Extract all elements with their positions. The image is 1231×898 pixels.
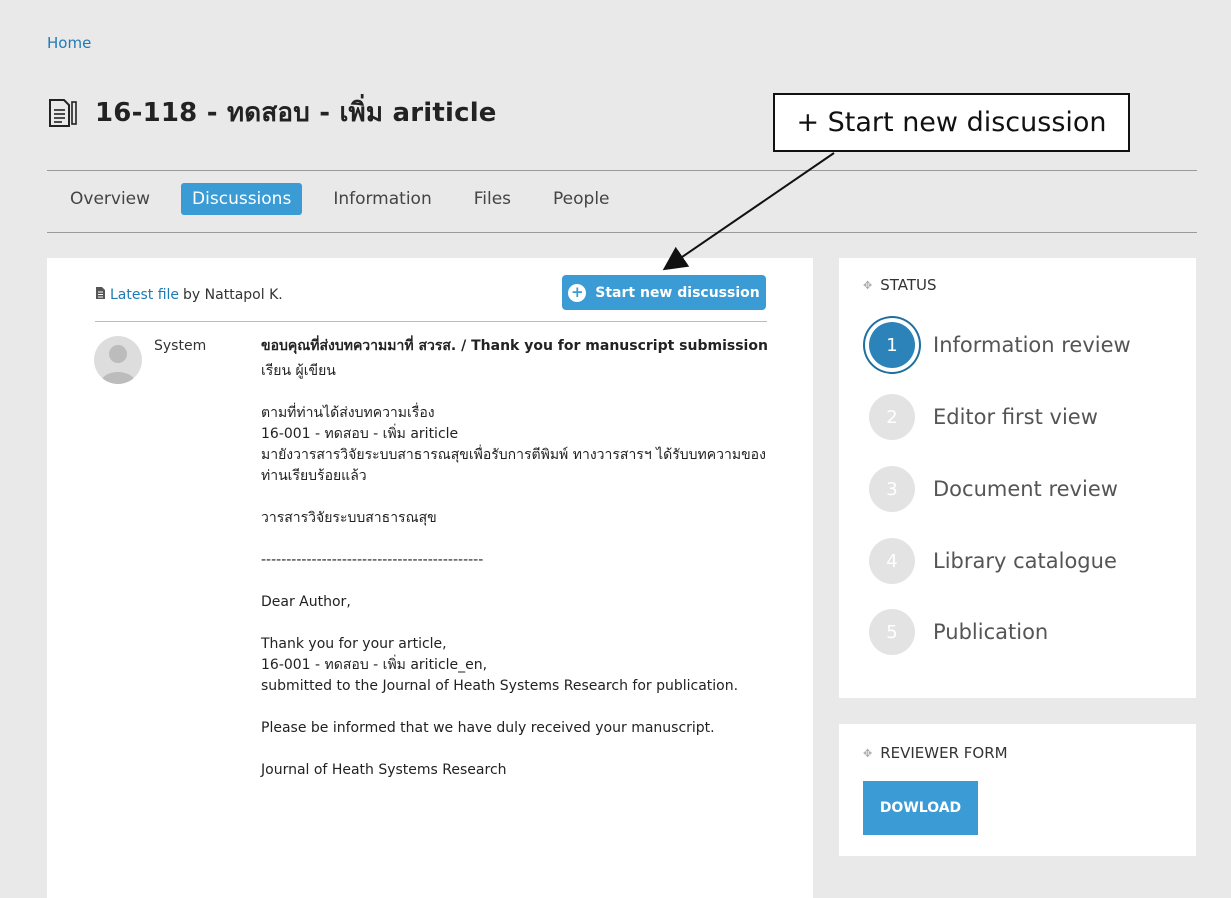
page-header: 16-118 - ทดสอบ - เพิ่ม ariticle [47,92,497,133]
header-divider [47,170,1197,171]
step-number: 4 [869,538,915,584]
message-content: ขอบคุณที่ส่งบทความมาที่ สวรส. / Thank yo… [261,336,781,802]
latest-file-info: Latest file by Nattapol K. [95,286,283,304]
step-label: Information review [933,333,1131,357]
discussion-panel: Latest file by Nattapol K. + Start new d… [47,258,813,898]
reviewer-form-heading: ✥ REVIEWER FORM [863,744,1008,762]
step-number: 3 [869,466,915,512]
step-label: Editor first view [933,405,1098,429]
tab-discussions[interactable]: Discussions [181,183,303,215]
step-label: Library catalogue [933,549,1117,573]
message-paragraph: เรียน ผู้เขียน [261,363,336,379]
status-step-2: 2 Editor first view [869,394,1098,440]
reviewer-form-panel: ✥ REVIEWER FORM DOWLOAD [839,724,1196,856]
annotation-callout: + Start new discussion [773,93,1130,152]
message-subject: ขอบคุณที่ส่งบทความมาที่ สวรส. / Thank yo… [261,338,768,354]
message-paragraph: Journal of Heath Systems Research [261,762,507,778]
latest-file-author: by Nattapol K. [183,287,283,303]
plus-circle-icon: + [568,283,587,302]
avatar [94,336,142,384]
message-paragraph: วารสารวิจัยระบบสาธารณสุข [261,510,437,526]
message-separator: ----------------------------------------… [261,552,484,568]
start-discussion-label: Start new discussion [595,284,760,301]
reviewer-form-heading-label: REVIEWER FORM [880,744,1008,762]
status-heading-label: STATUS [880,276,937,294]
tabs-divider [47,232,1197,233]
breadcrumb-home[interactable]: Home [47,34,91,52]
move-icon: ✥ [863,746,873,760]
step-label: Publication [933,620,1049,644]
status-heading: ✥ STATUS [863,276,937,294]
message-paragraph: Please be informed that we have duly rec… [261,720,715,736]
tab-information[interactable]: Information [322,183,442,215]
status-panel: ✥ STATUS 1 Information review 2 Editor f… [839,258,1196,698]
tab-overview[interactable]: Overview [59,183,161,215]
tab-files[interactable]: Files [463,183,522,215]
document-icon [47,98,77,128]
status-step-4: 4 Library catalogue [869,538,1117,584]
tab-people[interactable]: People [542,183,620,215]
tab-bar: Overview Discussions Information Files P… [47,183,641,215]
message-paragraph: Thank you for your article, 16-001 - ทดส… [261,636,739,694]
message-paragraph: Dear Author, [261,594,351,610]
move-icon: ✥ [863,278,873,292]
step-number: 1 [869,322,915,368]
status-step-1: 1 Information review [869,322,1131,368]
step-label: Document review [933,477,1118,501]
file-icon [95,286,106,304]
status-step-3: 3 Document review [869,466,1118,512]
page-title: 16-118 - ทดสอบ - เพิ่ม ariticle [95,98,497,128]
latest-file-link[interactable]: Latest file [110,287,179,303]
message-author: System [154,338,207,354]
panel-divider [95,321,767,322]
message-paragraph: ตามที่ท่านได้ส่งบทความเรื่อง 16-001 - ทด… [261,405,766,484]
step-number: 2 [869,394,915,440]
status-step-5: 5 Publication [869,609,1048,655]
start-discussion-button[interactable]: + Start new discussion [562,275,766,310]
step-number: 5 [869,609,915,655]
download-button[interactable]: DOWLOAD [863,781,978,835]
